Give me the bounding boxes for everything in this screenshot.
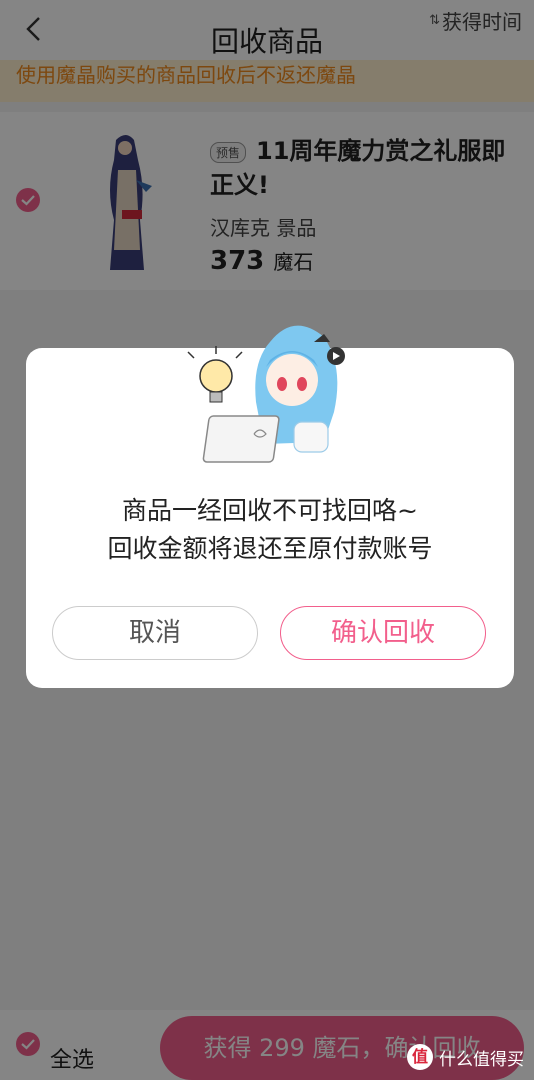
watermark: 值 什么值得买 <box>407 1044 524 1070</box>
dialog-line-1: 商品一经回收不可找回咯~ <box>122 496 418 525</box>
confirm-recycle-button[interactable]: 确认回收 <box>280 606 486 660</box>
mascot-illustration <box>187 325 345 463</box>
watermark-text: 什么值得买 <box>439 1049 524 1070</box>
cancel-button[interactable]: 取消 <box>52 606 258 660</box>
dialog-line-2: 回收金额将退还至原付款账号 <box>107 534 433 563</box>
lightbulb-icon <box>187 346 243 403</box>
dialog-message: 商品一经回收不可找回咯~ 回收金额将退还至原付款账号 <box>26 492 514 568</box>
watermark-badge: 值 <box>407 1044 433 1070</box>
